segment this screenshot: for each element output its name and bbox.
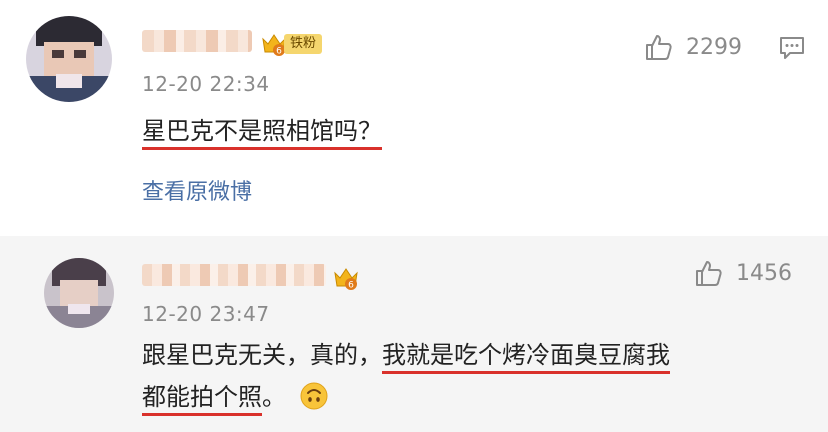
- username[interactable]: [142, 264, 326, 286]
- username[interactable]: [142, 30, 252, 52]
- comment-text: 星巴克不是照相馆吗？: [142, 110, 382, 152]
- timestamp: 12-20 23:47: [142, 302, 270, 326]
- like-count: 2299: [686, 34, 742, 60]
- crown-badge-icon: 6: [334, 268, 358, 291]
- comment-text-underlined: 我就是吃个烤冷面臭豆腐我: [382, 341, 670, 369]
- comment-text: 跟星巴克无关，真的，我就是吃个烤冷面臭豆腐我都能拍个照。: [142, 334, 782, 418]
- comment-text-tail: 。: [262, 383, 286, 411]
- upside-down-face-emoji-icon: [300, 382, 328, 410]
- comment-icon[interactable]: [778, 34, 806, 62]
- comment-text-plain: 跟星巴克无关，真的，: [142, 341, 382, 369]
- thumbs-up-icon: [646, 35, 672, 60]
- like-count: 1456: [736, 260, 792, 286]
- comment-item: 6 铁粉 12-20 22:34 星巴克不是照相馆吗？ 查看原微博 2299: [0, 0, 828, 236]
- timestamp: 12-20 22:34: [142, 72, 270, 96]
- fan-badge[interactable]: 6: [332, 264, 360, 292]
- comment-text-underlined: 星巴克不是照相馆吗？: [142, 117, 382, 145]
- badge-level: 6: [276, 47, 282, 57]
- badge-level: 6: [348, 281, 354, 291]
- fan-badge[interactable]: 6 铁粉: [260, 30, 323, 58]
- avatar[interactable]: [26, 16, 112, 102]
- like-button[interactable]: 2299: [644, 32, 742, 62]
- comment-text-underlined: 都能拍个照: [142, 383, 262, 411]
- avatar[interactable]: [44, 258, 114, 328]
- view-original-link[interactable]: 查看原微博: [142, 174, 252, 206]
- fan-label: 铁粉: [284, 34, 323, 54]
- thumbs-up-icon: [696, 261, 722, 286]
- like-button[interactable]: 1456: [694, 258, 792, 288]
